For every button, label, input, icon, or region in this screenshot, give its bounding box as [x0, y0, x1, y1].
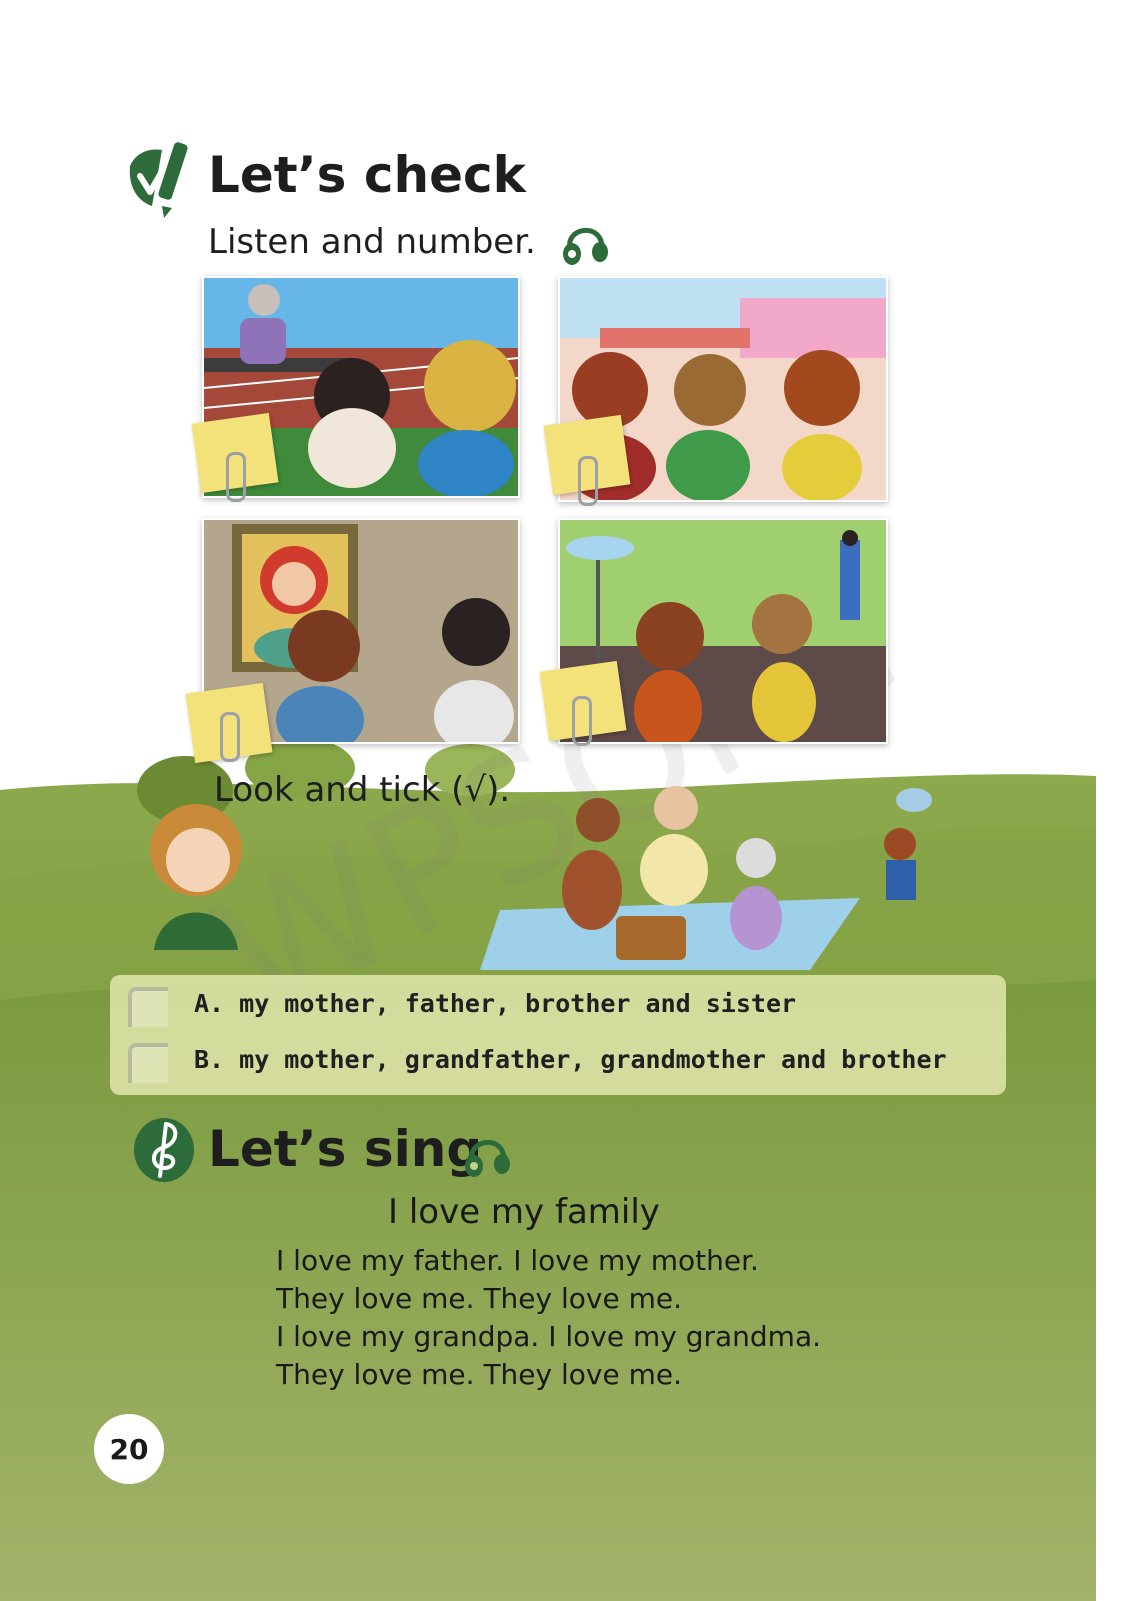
- tick-options-panel: A. my mother, father, brother and sister…: [110, 975, 1006, 1095]
- lyric-line: They love me. They love me.: [276, 1358, 683, 1391]
- check-heading: Let’s check: [208, 146, 526, 204]
- song-title: I love my family: [388, 1192, 660, 1232]
- paper-clip-icon: [578, 456, 598, 506]
- option-a: A. my mother, father, brother and sister: [110, 987, 1006, 1035]
- sing-heading: Let’s sing: [208, 1120, 483, 1178]
- paper-clip-icon: [220, 712, 240, 762]
- pencil-check-icon: [129, 142, 188, 218]
- option-b: B. my mother, grandfather, grandmother a…: [110, 1043, 1006, 1091]
- listen-instruction: Listen and number.: [208, 222, 536, 262]
- lyric-line: I love my grandpa. I love my grandma.: [276, 1320, 822, 1353]
- option-b-label: B. my mother, grandfather, grandmother a…: [194, 1045, 947, 1074]
- page-number: 20: [94, 1414, 164, 1484]
- tick-box-b[interactable]: [128, 1043, 168, 1083]
- paper-clip-icon: [572, 696, 592, 746]
- headphones-icon[interactable]: [462, 1128, 512, 1180]
- option-a-label: A. my mother, father, brother and sister: [194, 989, 797, 1018]
- picnic-illustration: [150, 786, 932, 970]
- textbook-page: WPSOrie Let’s check Listen and number.: [0, 0, 1145, 1601]
- headphones-icon[interactable]: [560, 216, 610, 268]
- paper-clip-icon: [226, 452, 246, 502]
- lyric-line: They love me. They love me.: [276, 1282, 683, 1315]
- music-note-icon: [134, 1118, 194, 1182]
- lyric-line: I love my father. I love my mother.: [276, 1244, 759, 1277]
- tick-box-a[interactable]: [128, 987, 168, 1027]
